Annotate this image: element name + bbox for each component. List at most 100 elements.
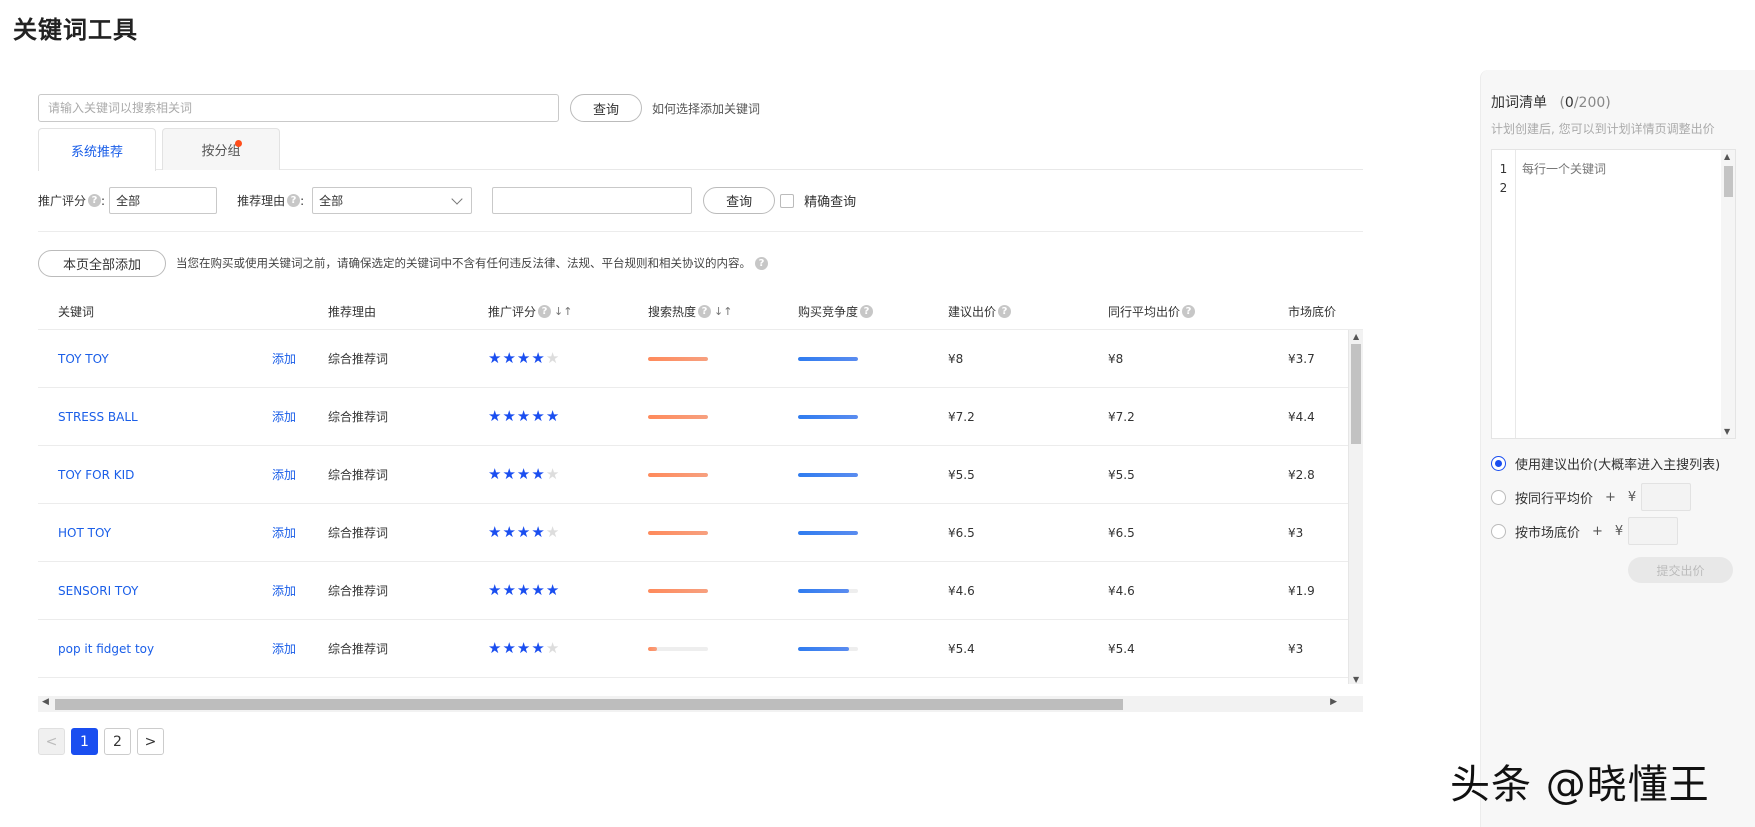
scroll-down-icon[interactable]: ▼ bbox=[1724, 427, 1730, 436]
cell-heat bbox=[628, 472, 778, 477]
scroll-down-icon[interactable]: ▼ bbox=[1353, 675, 1359, 684]
cell-competition bbox=[778, 356, 928, 361]
keyword-search-input[interactable] bbox=[38, 94, 559, 122]
cell-add: 添加 bbox=[252, 582, 308, 599]
select-value: 全部 bbox=[319, 194, 344, 208]
help-icon[interactable]: ? bbox=[755, 256, 769, 270]
page-button-2[interactable]: 2 bbox=[104, 728, 131, 755]
plus-sign: + bbox=[1592, 523, 1603, 539]
cell-suggested-bid: ¥4.6 bbox=[948, 583, 975, 598]
radio-button[interactable] bbox=[1491, 523, 1506, 539]
table-row: STRESS BALL 添加 综合推荐词 ★ ★ ★ ★ ★ ¥7.2 ¥7.2 ¥4.4 bbox=[38, 388, 1363, 446]
scrollbar-thumb[interactable] bbox=[1724, 166, 1733, 197]
keyword-link[interactable]: SENSORI TOY bbox=[58, 584, 138, 598]
notice-text: 当您在购买或使用关键词之前，请确保选定的关键词中不含有任何违反法律、法规、平台规… bbox=[176, 256, 752, 270]
cell-keyword: HOT TOY bbox=[38, 526, 252, 540]
scrollbar-thumb[interactable] bbox=[1351, 344, 1361, 444]
add-keyword-link[interactable]: 添加 bbox=[272, 350, 296, 367]
cell-score: ★ ★ ★ ★ ★ bbox=[468, 641, 628, 656]
scroll-left-icon[interactable]: ◀ bbox=[42, 697, 49, 707]
prev-page-button[interactable]: < bbox=[38, 728, 65, 755]
keyword-link[interactable]: HOT TOY bbox=[58, 526, 111, 540]
star-rating: ★ ★ ★ ★ ★ bbox=[488, 641, 560, 656]
add-all-on-page-button[interactable]: 本页全部添加 bbox=[38, 249, 167, 277]
star-icon: ★ bbox=[502, 465, 516, 483]
tab-bar: 系统推荐 按分组 bbox=[38, 128, 1363, 171]
tab-system-recommend[interactable]: 系统推荐 bbox=[38, 128, 156, 171]
column-score[interactable]: 推广评分? ↓↑ bbox=[468, 303, 628, 320]
help-icon[interactable]: ? bbox=[998, 305, 1012, 318]
horizontal-scrollbar[interactable]: ◀ ▶ bbox=[38, 696, 1363, 712]
cell-suggested-bid: ¥7.2 bbox=[948, 409, 975, 424]
help-icon[interactable]: ? bbox=[287, 194, 301, 207]
help-icon[interactable]: ? bbox=[1182, 305, 1196, 318]
filter-text-input[interactable] bbox=[492, 187, 693, 214]
competition-bar-fill bbox=[798, 356, 858, 361]
keyword-link[interactable]: STRESS BALL bbox=[58, 410, 138, 424]
score-filter-select[interactable]: 全部 bbox=[109, 187, 218, 214]
cell-reason: 综合推荐词 bbox=[328, 584, 389, 598]
heat-bar bbox=[648, 588, 708, 593]
scroll-right-icon[interactable]: ▶ bbox=[1330, 697, 1337, 707]
add-keyword-link[interactable]: 添加 bbox=[272, 408, 296, 425]
submit-bid-button[interactable]: 提交出价 bbox=[1628, 557, 1733, 583]
help-icon[interactable]: ? bbox=[538, 305, 552, 318]
scroll-up-icon[interactable]: ▲ bbox=[1353, 332, 1359, 341]
add-keyword-link[interactable]: 添加 bbox=[272, 640, 296, 657]
editor-scrollbar[interactable]: ▲ ▼ bbox=[1721, 150, 1735, 438]
sort-icon[interactable]: ↓↑ bbox=[714, 305, 732, 318]
tab-by-group[interactable]: 按分组 bbox=[162, 128, 280, 170]
column-label: 同行平均出价 bbox=[1108, 305, 1181, 319]
column-label: 推广评分 bbox=[488, 305, 537, 319]
chevron-down-icon bbox=[451, 193, 463, 205]
tab-label: 系统推荐 bbox=[70, 144, 123, 160]
column-label: 购买竞争度 bbox=[798, 305, 859, 319]
editor-placeholder: 每行一个关键词 bbox=[1522, 162, 1607, 176]
bid-option-suggested[interactable]: 使用建议出价(大概率进入主搜列表) bbox=[1491, 449, 1745, 477]
competition-bar-fill bbox=[798, 588, 849, 593]
count-current: 0 bbox=[1564, 95, 1574, 111]
column-heat[interactable]: 搜索热度? ↓↑ bbox=[628, 303, 778, 320]
bid-option-floor[interactable]: 按市场底价 + ¥ bbox=[1491, 517, 1745, 545]
next-page-button[interactable]: > bbox=[137, 728, 164, 755]
competition-bar-fill bbox=[798, 414, 858, 419]
keyword-editor[interactable]: 1 2 每行一个关键词 ▲ ▼ bbox=[1491, 149, 1736, 439]
star-icon: ★ bbox=[545, 639, 560, 657]
keyword-link[interactable]: pop it fidget toy bbox=[58, 642, 154, 656]
cell-peer-avg-bid: ¥5.5 bbox=[1108, 467, 1135, 482]
star-icon: ★ bbox=[502, 639, 516, 657]
page-button-1[interactable]: 1 bbox=[71, 728, 98, 755]
yen-sign: ¥ bbox=[1614, 523, 1624, 539]
scrollbar-thumb[interactable] bbox=[55, 699, 1123, 710]
cell-keyword: pop it fidget toy bbox=[38, 642, 252, 656]
peer-avg-markup-input[interactable] bbox=[1641, 483, 1692, 511]
keyword-link[interactable]: TOY TOY bbox=[58, 352, 109, 366]
sort-icon[interactable]: ↓↑ bbox=[554, 305, 572, 318]
add-keyword-link[interactable]: 添加 bbox=[272, 466, 296, 483]
help-link[interactable]: 如何选择添加关键词 bbox=[652, 100, 760, 117]
radio-button[interactable] bbox=[1491, 455, 1506, 471]
star-icon: ★ bbox=[545, 581, 560, 599]
help-icon[interactable]: ? bbox=[860, 305, 874, 318]
scroll-up-icon[interactable]: ▲ bbox=[1724, 152, 1730, 161]
add-keyword-link[interactable]: 添加 bbox=[272, 582, 296, 599]
help-icon[interactable]: ? bbox=[698, 305, 712, 318]
vertical-scrollbar[interactable]: ▲ ▼ bbox=[1348, 330, 1363, 684]
competition-bar bbox=[798, 530, 858, 535]
star-icon: ★ bbox=[545, 407, 560, 425]
bid-option-peer-avg[interactable]: 按同行平均价 + ¥ bbox=[1491, 483, 1745, 511]
exact-query-label: 精确查询 bbox=[804, 195, 857, 210]
filter-query-button[interactable]: 查询 bbox=[703, 187, 776, 214]
radio-button[interactable] bbox=[1491, 489, 1506, 505]
help-icon[interactable]: ? bbox=[88, 194, 102, 207]
reason-filter-select[interactable]: 全部 bbox=[312, 187, 473, 214]
cell-reason: 综合推荐词 bbox=[328, 526, 389, 540]
exact-query-checkbox[interactable] bbox=[780, 193, 795, 208]
add-keyword-link[interactable]: 添加 bbox=[272, 524, 296, 541]
keyword-count: (0/200) bbox=[1559, 95, 1610, 111]
floor-markup-input[interactable] bbox=[1628, 517, 1679, 545]
cell-reason: 综合推荐词 bbox=[328, 642, 389, 656]
search-query-button[interactable]: 查询 bbox=[570, 94, 643, 122]
keyword-link[interactable]: TOY FOR KID bbox=[58, 468, 134, 482]
star-icon: ★ bbox=[488, 407, 502, 425]
